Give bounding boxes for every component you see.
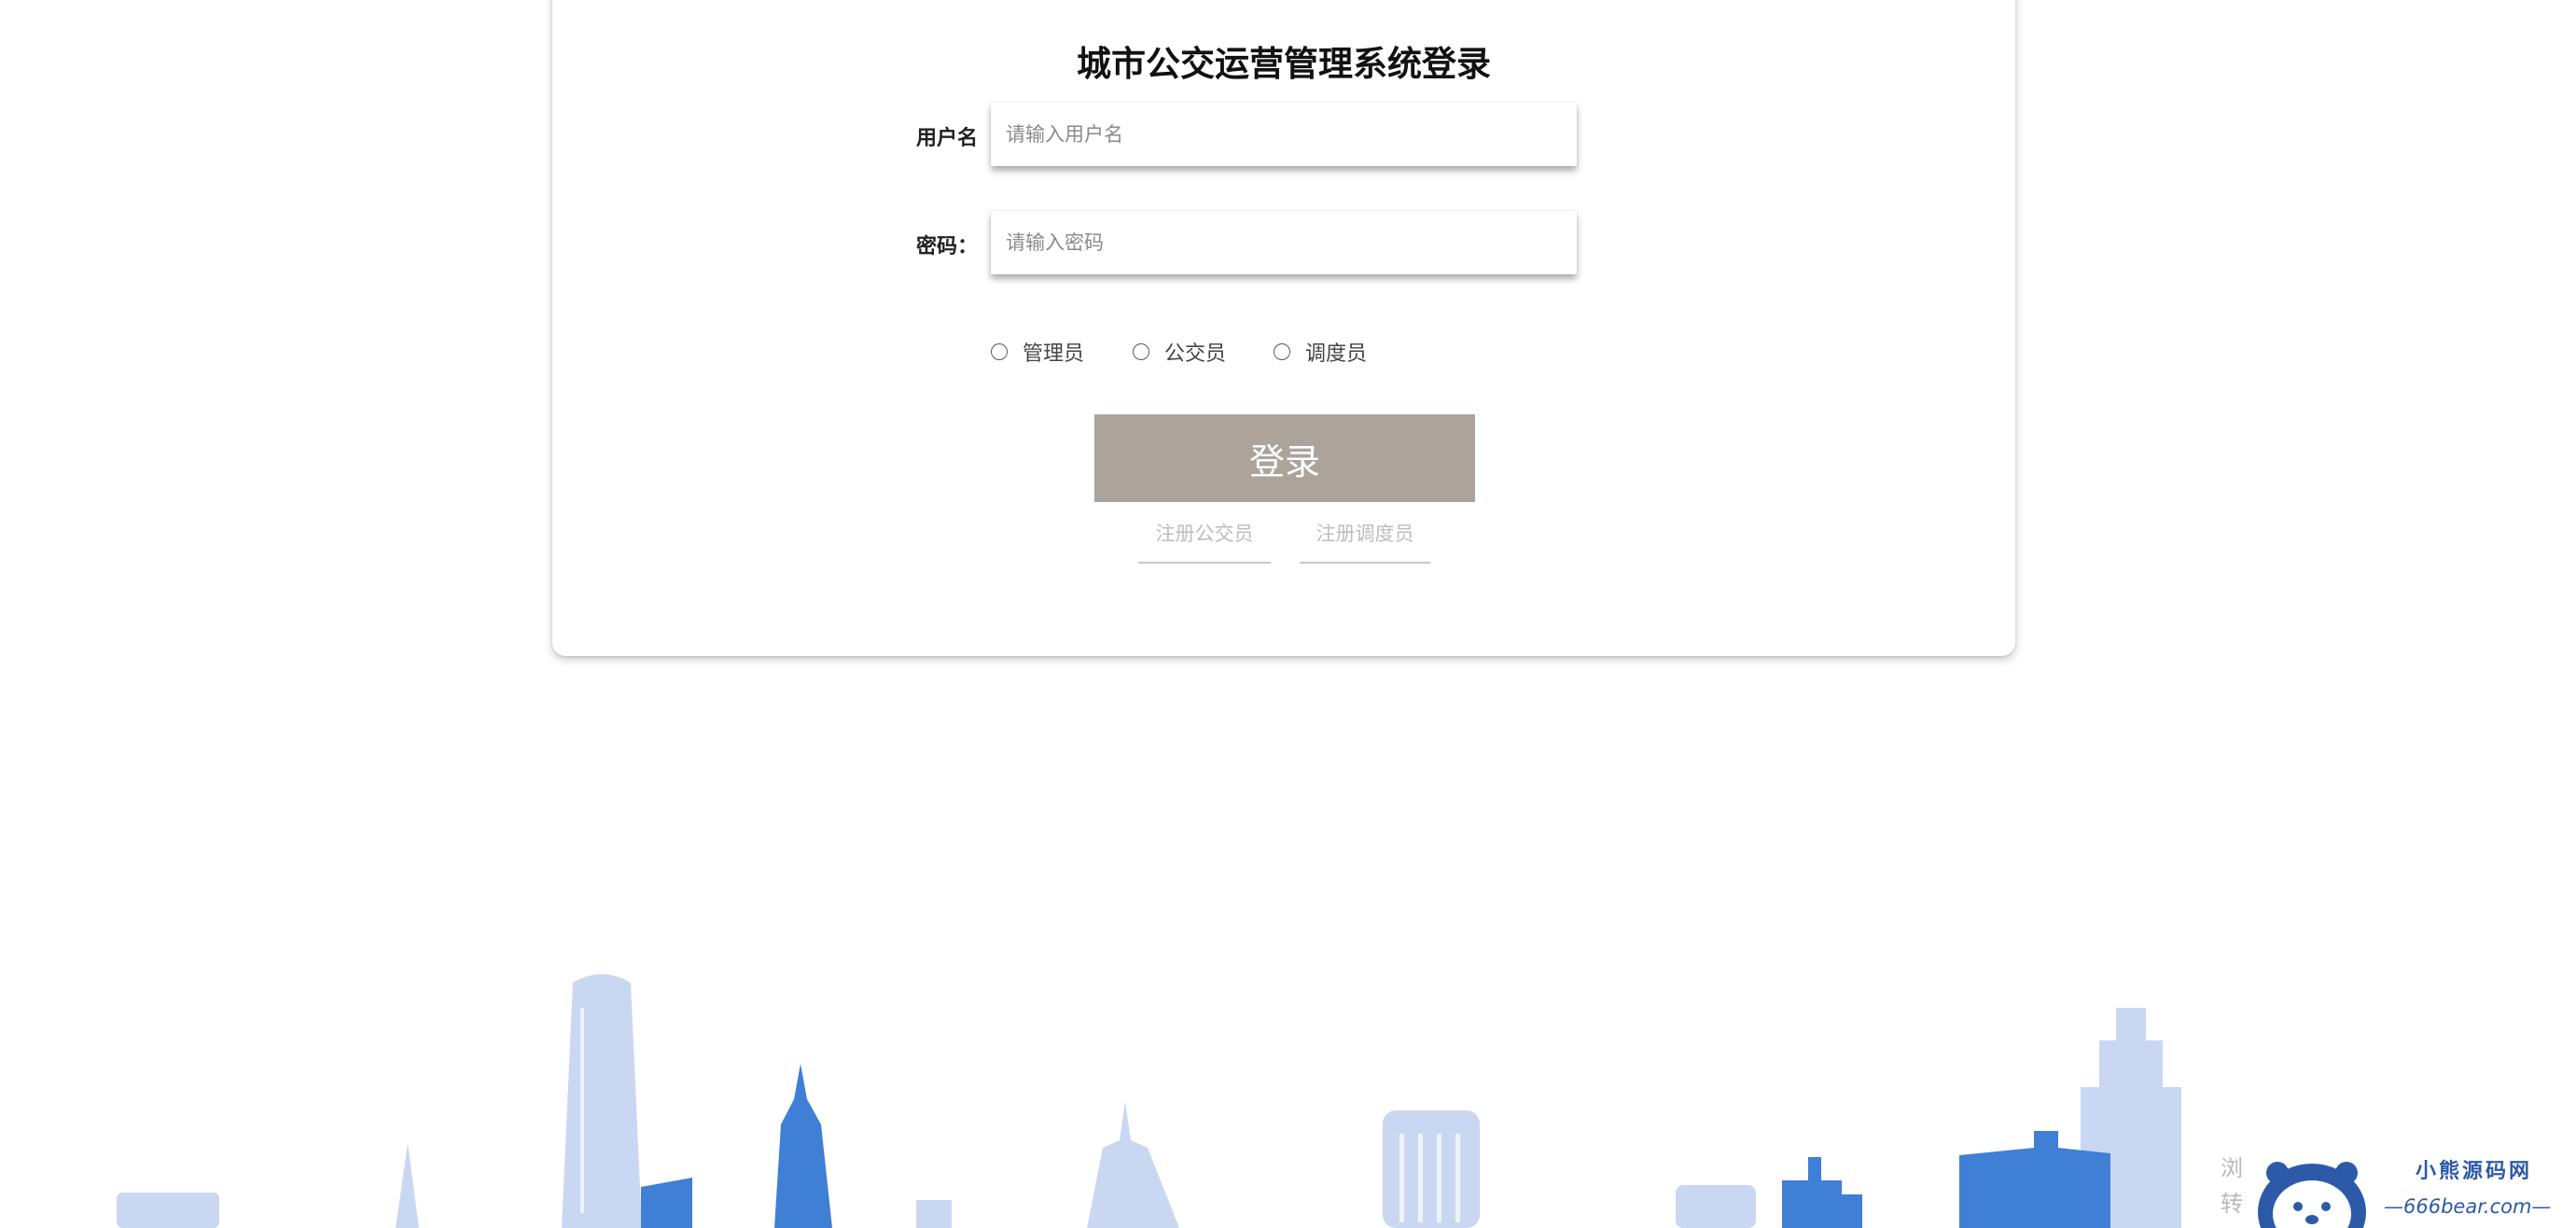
role-radio-admin[interactable]: 管理员 [991,337,1084,367]
password-label: 密码： [916,235,979,258]
radio-circle-icon[interactable] [991,343,1008,360]
city-skyline-illustration [117,974,2181,1228]
role-label-admin: 管理员 [1023,342,1085,366]
watermark-url: —666bear.com— [2384,1195,2552,1218]
site-watermark: 浏 转 小熊源码网 —666bear.com— [2211,1143,2576,1228]
password-input[interactable] [991,211,1577,274]
username-label: 用户名 [916,127,979,150]
login-card: 城市公交运营管理系统登录 用户名 密码： 管理员 公交员 调度员 登录 注册公交… [552,0,2015,656]
page-title: 城市公交运营管理系统登录 [1077,44,1491,84]
radio-circle-icon[interactable] [1133,343,1149,360]
username-input[interactable] [991,103,1577,166]
role-radio-bus-staff[interactable]: 公交员 [1133,337,1226,367]
role-label-dispatcher: 调度员 [1305,342,1368,366]
watermark-side-text: 浏 转 [2221,1155,2243,1217]
role-radio-dispatcher[interactable]: 调度员 [1274,337,1367,367]
register-bus-staff-link[interactable]: 注册公交员 [1138,506,1271,564]
watermark-title: 小熊源码网 [2416,1160,2533,1183]
login-button[interactable]: 登录 [1094,414,1475,502]
bear-logo-icon [2258,1162,2366,1228]
radio-circle-icon[interactable] [1274,343,1290,360]
role-label-bus-staff: 公交员 [1164,342,1227,366]
register-dispatcher-link[interactable]: 注册调度员 [1300,506,1430,564]
